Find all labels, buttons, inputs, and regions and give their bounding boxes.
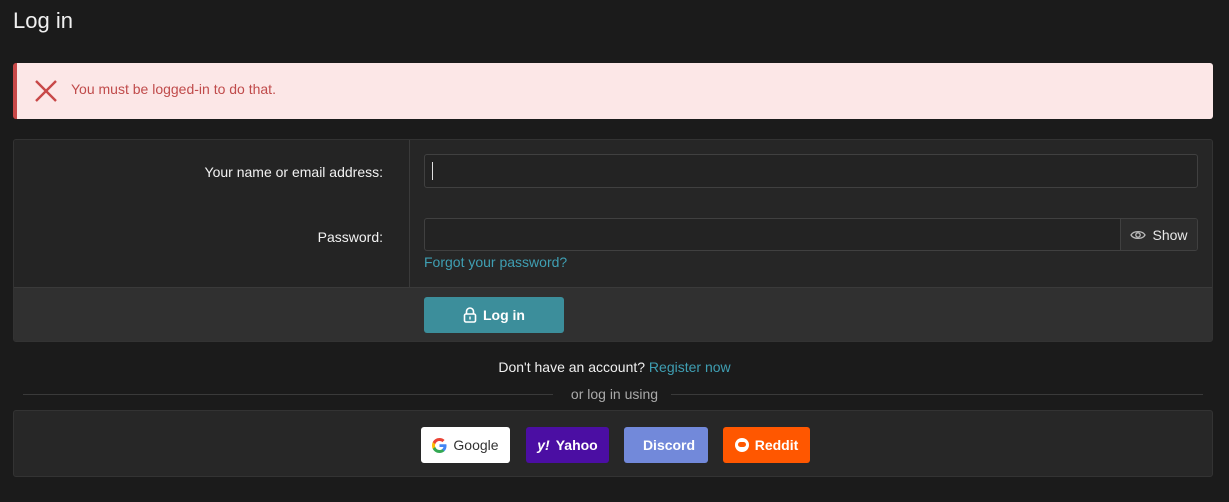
login-button[interactable]: Log in bbox=[424, 297, 564, 333]
yahoo-label: Yahoo bbox=[555, 437, 598, 453]
reddit-label: Reddit bbox=[754, 437, 799, 453]
show-password-button[interactable]: Show bbox=[1120, 219, 1197, 250]
login-button-label: Log in bbox=[483, 307, 525, 323]
error-message: You must be logged-in to do that. bbox=[71, 81, 276, 97]
register-prompt: Don't have an account? Register now bbox=[0, 359, 1229, 375]
password-label: Password: bbox=[317, 229, 383, 245]
username-input[interactable] bbox=[424, 154, 1198, 188]
discord-login-button[interactable]: Discord bbox=[624, 427, 708, 463]
error-alert: You must be logged-in to do that. bbox=[13, 63, 1213, 119]
google-icon bbox=[432, 437, 447, 453]
password-field-group: Show bbox=[424, 218, 1198, 251]
page-title: Log in bbox=[13, 8, 73, 33]
google-label: Google bbox=[453, 437, 499, 453]
close-icon bbox=[35, 80, 57, 102]
register-prompt-text: Don't have an account? bbox=[498, 359, 646, 375]
divider-right bbox=[671, 394, 1203, 395]
form-label-column bbox=[14, 140, 410, 287]
yahoo-login-button[interactable]: y! Yahoo bbox=[526, 427, 609, 463]
google-login-button[interactable]: Google bbox=[421, 427, 510, 463]
yahoo-icon: y! bbox=[537, 437, 550, 453]
reddit-icon bbox=[734, 438, 749, 452]
username-label: Your name or email address: bbox=[204, 164, 383, 180]
show-password-label: Show bbox=[1152, 226, 1188, 243]
text-caret bbox=[432, 162, 433, 180]
form-footer: Log in bbox=[14, 287, 1212, 341]
login-form: Your name or email address: Password: Sh… bbox=[13, 139, 1213, 342]
eye-icon bbox=[1130, 230, 1147, 239]
discord-label: Discord bbox=[642, 437, 696, 453]
forgot-password-link[interactable]: Forgot your password? bbox=[424, 254, 567, 270]
register-now-link[interactable]: Register now bbox=[649, 359, 731, 375]
social-login-panel: Google y! Yahoo Discord Reddit bbox=[13, 410, 1213, 477]
reddit-login-button[interactable]: Reddit bbox=[723, 427, 810, 463]
password-input[interactable] bbox=[425, 219, 1121, 250]
lock-icon bbox=[463, 307, 477, 323]
